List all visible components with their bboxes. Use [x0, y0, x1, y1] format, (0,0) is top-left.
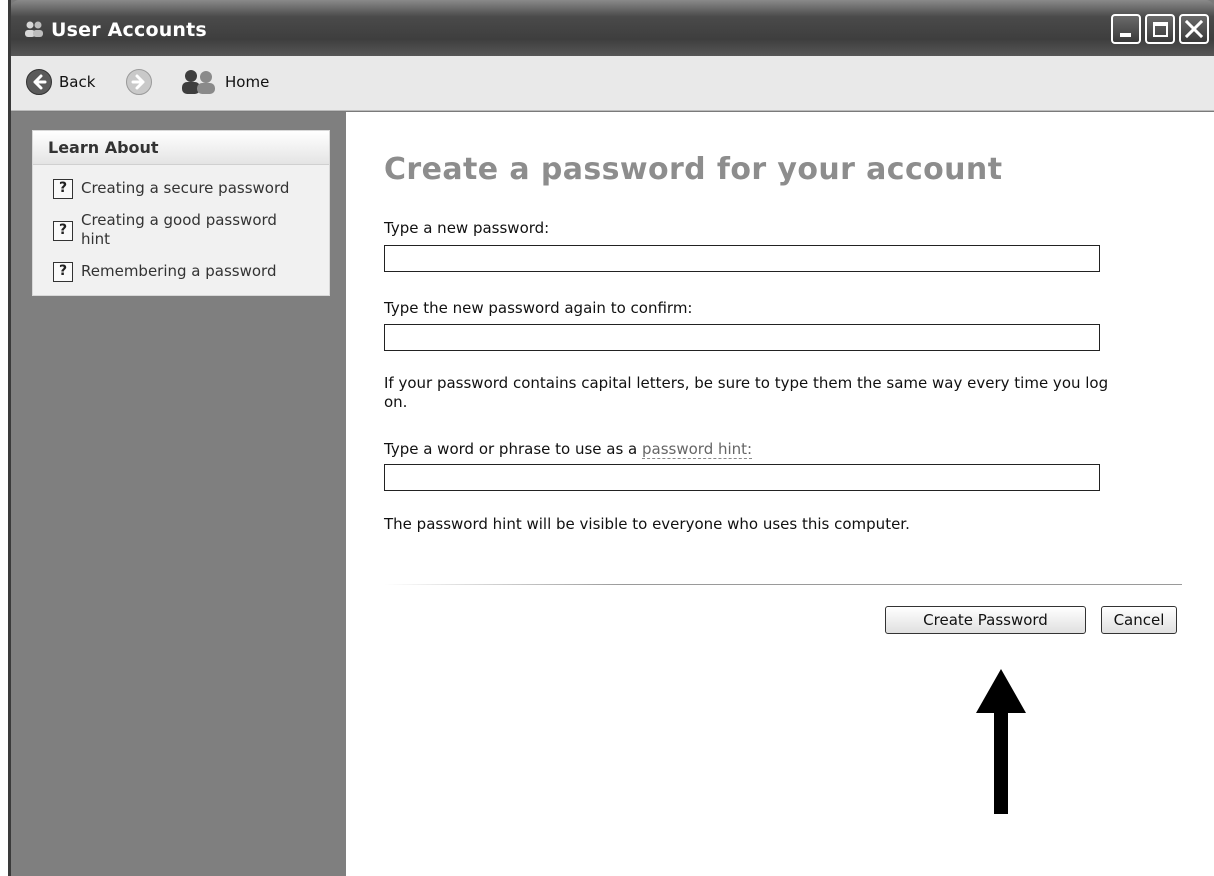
close-icon: [1184, 19, 1204, 39]
back-label: Back: [59, 73, 96, 91]
create-password-page: Create a password for your account Type …: [346, 112, 1214, 876]
confirm-password-field[interactable]: [384, 324, 1100, 351]
minimize-icon: [1120, 33, 1131, 37]
maximize-button[interactable]: [1145, 14, 1175, 44]
password-hint-note: The password hint will be visible to eve…: [384, 515, 910, 533]
forward-arrow-icon: [126, 69, 152, 95]
help-icon: ?: [53, 221, 73, 241]
new-password-label: Type a new password:: [384, 219, 550, 237]
user-accounts-window: User Accounts Back Home Learn About ? Cr…: [8, 0, 1214, 876]
back-button[interactable]: Back: [25, 67, 95, 97]
password-hint-label-text: Type a word or phrase to use as a: [384, 440, 643, 458]
learn-link-remembering-password[interactable]: ? Remembering a password: [53, 262, 276, 282]
page-title: Create a password for your account: [384, 152, 1003, 187]
home-label: Home: [225, 73, 270, 91]
create-password-button-label: Create Password: [923, 611, 1048, 629]
learn-link-label: Remembering a password: [81, 262, 277, 280]
learn-link-label: Creating a secure password: [81, 179, 290, 197]
back-arrow-icon: [26, 69, 52, 95]
window-title: User Accounts: [51, 19, 207, 41]
cancel-button[interactable]: Cancel: [1101, 606, 1177, 634]
learn-link-secure-password[interactable]: ? Creating a secure password: [53, 179, 289, 199]
create-password-button[interactable]: Create Password: [885, 606, 1086, 634]
close-button[interactable]: [1179, 14, 1209, 44]
divider: [384, 584, 1182, 585]
help-icon: ?: [53, 262, 73, 282]
help-icon: ?: [53, 179, 73, 199]
learn-link-label: Creating a good password hint: [81, 211, 277, 248]
password-hint-link[interactable]: password hint:: [642, 440, 753, 459]
learn-link-password-hint[interactable]: ? Creating a good password hint: [53, 211, 293, 249]
title-bar[interactable]: User Accounts: [11, 0, 1214, 56]
maximize-icon: [1153, 22, 1168, 37]
forward-button[interactable]: [125, 67, 153, 97]
cancel-button-label: Cancel: [1113, 611, 1165, 629]
learn-about-title: Learn About: [33, 131, 329, 165]
new-password-field[interactable]: [384, 245, 1100, 272]
users-home-icon: [182, 70, 215, 94]
caps-lock-note: If your password contains capital letter…: [384, 374, 1109, 411]
confirm-password-label: Type the new password again to confirm:: [384, 299, 693, 317]
password-hint-label: Type a word or phrase to use as a passwo…: [384, 440, 753, 459]
minimize-button[interactable]: [1111, 14, 1141, 44]
password-hint-field[interactable]: [384, 464, 1100, 491]
learn-about-panel: Learn About ? Creating a secure password…: [32, 130, 330, 296]
navigation-toolbar: Back Home: [11, 56, 1214, 111]
home-button[interactable]: Home: [179, 67, 269, 97]
user-accounts-icon: [25, 21, 43, 37]
up-arrow-icon: [976, 669, 1026, 814]
task-pane: Learn About ? Creating a secure password…: [11, 112, 346, 876]
